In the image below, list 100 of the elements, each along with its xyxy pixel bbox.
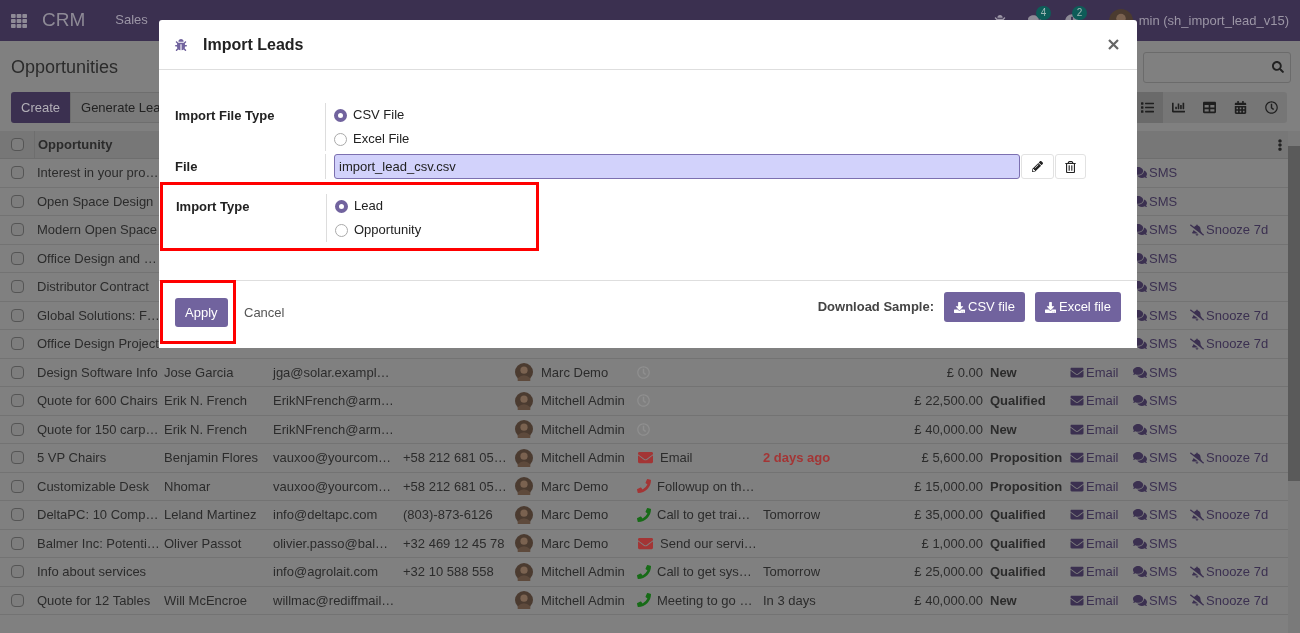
table-cell-text: Mitchell Admin (541, 420, 625, 439)
table-cell: Office Design and … (37, 250, 157, 266)
table-cell-text: Marc Demo (541, 477, 609, 496)
list-view-icon (1141, 101, 1154, 114)
download-button[interactable]: CSV file (944, 292, 1025, 322)
edit-button[interactable] (1021, 154, 1054, 179)
file-field[interactable]: import_lead_csv.csv (334, 154, 1020, 179)
envelope-icon[interactable] (637, 535, 654, 551)
envelope-icon (1070, 479, 1084, 493)
table-cell: willmac@rediffmail… (273, 592, 395, 608)
menu-item[interactable]: Sales (115, 10, 148, 31)
email-button[interactable]: Email (1070, 391, 1119, 411)
email-button[interactable]: Email (1070, 505, 1119, 525)
email-button[interactable]: Email (1070, 533, 1119, 553)
row-checkbox[interactable] (11, 593, 24, 607)
sms-button[interactable]: SMS (1133, 476, 1178, 496)
app-name[interactable]: CRM (42, 6, 86, 35)
sms-button[interactable]: SMS (1133, 505, 1178, 525)
activity-summary: Meeting to go … (657, 591, 753, 610)
row-checkbox[interactable] (11, 251, 24, 265)
apply-button[interactable]: Apply (175, 298, 228, 327)
radio-button[interactable] (334, 108, 347, 122)
row-checkbox[interactable] (11, 223, 24, 237)
table-cell: Global Solutions: F… (37, 307, 160, 323)
snooze-button[interactable]: Snooze 7d (1190, 505, 1269, 525)
row-checkbox[interactable] (11, 565, 24, 579)
table-cell: DeltaPC: 10 Comp… (37, 507, 159, 522)
envelope-icon[interactable] (637, 450, 654, 466)
row-checkbox[interactable] (11, 536, 24, 550)
radio-label: CSV File (353, 106, 405, 125)
search-field[interactable] (1143, 51, 1291, 83)
radio-button[interactable] (334, 132, 347, 146)
snooze-button[interactable]: Snooze 7d (1190, 562, 1269, 582)
sms-button[interactable]: SMS (1133, 533, 1178, 553)
chat-icon (1133, 422, 1147, 436)
phone-icon[interactable] (637, 593, 651, 608)
envelope-icon (1070, 422, 1084, 436)
phone-icon[interactable] (637, 564, 651, 579)
create-button[interactable]: Create (11, 92, 71, 123)
row-checkbox[interactable] (11, 422, 24, 436)
table-cell-text: Mitchell Admin (541, 591, 625, 610)
apps-menu-icon[interactable] (11, 12, 27, 29)
sms-button[interactable]: SMS (1133, 419, 1178, 439)
row-checkbox[interactable] (11, 508, 24, 522)
table-cell: +58 212 681 05… (403, 450, 507, 465)
cancel-button[interactable]: Cancel (244, 303, 285, 323)
sms-button[interactable]: SMS (1133, 448, 1178, 468)
field-label: File (175, 159, 198, 174)
snooze-button[interactable]: Snooze 7d (1190, 305, 1269, 325)
user-menu[interactable]: min (sh_import_lead_v15) (1138, 10, 1289, 31)
search-icon[interactable] (1272, 61, 1284, 73)
deadline: Tomorrow (763, 564, 821, 579)
bell-slash-icon (1190, 593, 1204, 608)
download-button[interactable]: Excel file (1034, 292, 1121, 322)
row-checkbox[interactable] (11, 166, 24, 180)
scrollbar[interactable] (1288, 131, 1300, 633)
phone-icon[interactable] (637, 507, 651, 522)
delete-button[interactable] (1055, 154, 1086, 179)
table-cell: jga@solar.exampl… (273, 364, 390, 380)
download-icon (1044, 301, 1056, 313)
radio-button[interactable] (335, 223, 348, 237)
snooze-button[interactable]: Snooze 7d (1190, 334, 1269, 354)
column-header[interactable]: Opportunity (38, 134, 113, 155)
row-checkbox[interactable] (11, 194, 24, 208)
chat-icon (1133, 593, 1147, 607)
email-button[interactable]: Email (1070, 590, 1119, 610)
email-button[interactable]: Email (1070, 476, 1119, 496)
email-button[interactable]: Email (1070, 448, 1119, 468)
table-cell: Nhomar (164, 478, 211, 494)
row-checkbox[interactable] (11, 451, 24, 465)
table-cell: £ 35,000.00 (914, 507, 983, 522)
row-checkbox[interactable] (11, 479, 24, 493)
snooze-button[interactable]: Snooze 7d (1190, 590, 1269, 610)
snooze-button[interactable]: Snooze 7d (1190, 448, 1269, 468)
sms-button[interactable]: SMS (1133, 362, 1178, 382)
row-checkbox[interactable] (11, 394, 24, 408)
email-button[interactable]: Email (1070, 419, 1119, 439)
table-cell-text: Mitchell Admin (541, 563, 625, 581)
bell-slash-icon (1190, 222, 1204, 237)
sms-button[interactable]: SMS (1133, 562, 1178, 582)
sms-button[interactable]: SMS (1133, 590, 1178, 610)
radio-button[interactable] (335, 199, 348, 213)
close-button[interactable] (1108, 39, 1119, 50)
row-checkbox[interactable] (11, 308, 24, 322)
snooze-button[interactable]: Snooze 7d (1190, 220, 1269, 240)
row-checkbox[interactable] (11, 337, 24, 351)
table-cell: £ 0.00 (946, 364, 983, 380)
activity-summary: Call to get sys… (657, 563, 752, 581)
notification-badge: 2 (1071, 5, 1088, 20)
row-checkbox[interactable] (11, 138, 24, 151)
column-options-icon[interactable] (1275, 138, 1285, 151)
email-button[interactable]: Email (1070, 362, 1119, 382)
phone-icon[interactable] (637, 479, 651, 494)
row-checkbox[interactable] (11, 280, 24, 294)
stage: Qualified (990, 507, 1046, 522)
sms-button[interactable]: SMS (1133, 391, 1178, 411)
activity-summary: Call to get trai… (657, 506, 751, 524)
email-button[interactable]: Email (1070, 562, 1119, 582)
row-checkbox[interactable] (11, 365, 24, 379)
avatar-icon (515, 420, 533, 439)
